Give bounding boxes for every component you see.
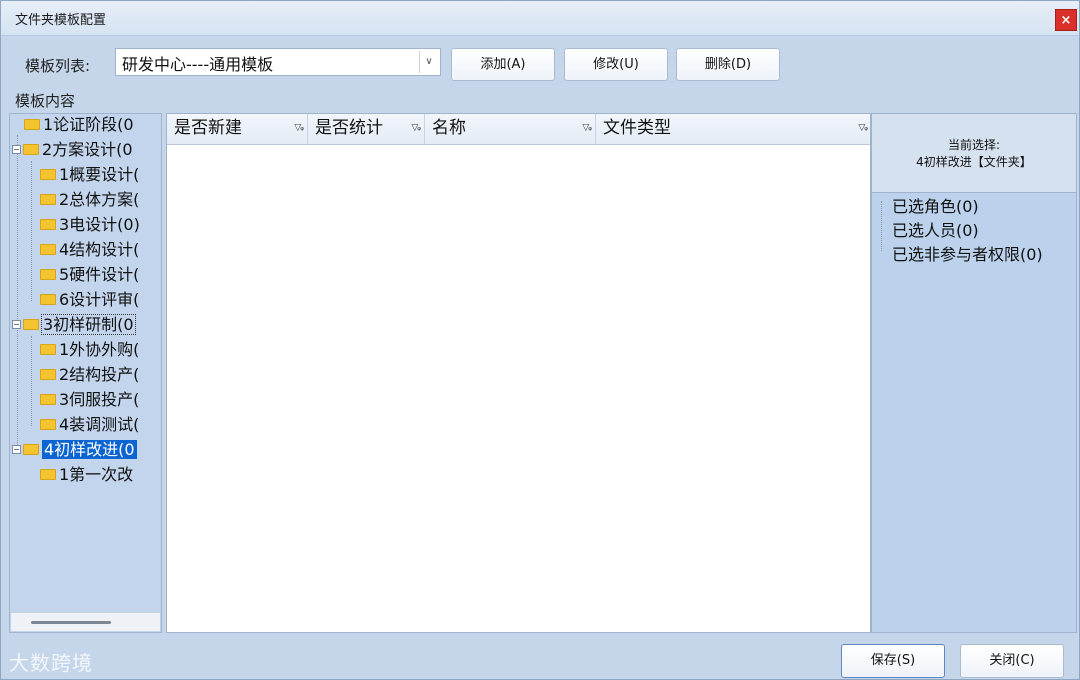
tree-item[interactable]: −2方案设计(0: [12, 139, 133, 161]
folder-icon: [40, 369, 56, 380]
delete-button[interactable]: 删除(D): [676, 48, 780, 81]
folder-icon: [24, 119, 40, 130]
tree-item[interactable]: 4装调测试(: [40, 414, 139, 436]
selected-roles-item[interactable]: 已选角色(0): [892, 193, 979, 217]
tree-item[interactable]: 1论证阶段(0: [24, 114, 134, 136]
tree-line: [31, 161, 32, 301]
tree-item[interactable]: 6设计评审(: [40, 289, 139, 311]
current-selection-value: 4初样改进【文件夹】: [916, 155, 1032, 169]
tree-item[interactable]: 3伺服投产(: [40, 389, 139, 411]
tree-line: [881, 201, 882, 251]
folder-icon: [40, 169, 56, 180]
folder-icon: [40, 244, 56, 255]
filter-icon[interactable]: ▽ᵩ: [411, 114, 421, 142]
current-selection-title: 当前选择:: [947, 138, 1001, 152]
template-tree[interactable]: 1论证阶段(0 −2方案设计(0 1概要设计( 2总体方案( 3电设计(0) 4…: [9, 113, 162, 633]
folder-icon: [40, 344, 56, 355]
scrollbar-thumb[interactable]: [31, 621, 111, 624]
watermark-logo: 大数跨境: [9, 651, 93, 675]
column-header[interactable]: 名称 ▽ᵩ: [425, 114, 596, 144]
filter-icon[interactable]: ▽ᵩ: [582, 114, 592, 142]
tree-item[interactable]: −3初样研制(0: [12, 314, 136, 336]
folder-icon: [40, 294, 56, 305]
folder-icon: [40, 419, 56, 430]
tree-item[interactable]: 3电设计(0): [40, 214, 140, 236]
chevron-down-icon[interactable]: ∨: [419, 51, 438, 73]
template-list-label: 模板列表:: [25, 57, 91, 75]
filter-icon[interactable]: ▽ᵩ: [294, 114, 304, 142]
save-button[interactable]: 保存(S): [841, 644, 945, 678]
folder-icon: [40, 394, 56, 405]
tree-item[interactable]: 5硬件设计(: [40, 264, 139, 286]
tree-item[interactable]: 1第一次改: [40, 464, 133, 486]
grid-header: 是否新建 ▽ᵩ 是否统计 ▽ᵩ 名称 ▽ᵩ 文件类型 ▽ᵩ: [167, 114, 870, 145]
template-content-label: 模板内容: [15, 92, 76, 110]
current-selection-box: 当前选择: 4初样改进【文件夹】: [871, 113, 1077, 193]
column-header[interactable]: 是否统计 ▽ᵩ: [308, 114, 425, 144]
folder-icon: [40, 194, 56, 205]
folder-icon: [23, 444, 39, 455]
tree-line: [17, 135, 18, 445]
close-window-button[interactable]: ×: [1055, 9, 1077, 31]
tree-item[interactable]: 2结构投产(: [40, 364, 139, 386]
folder-icon: [23, 319, 39, 330]
filter-icon[interactable]: ▽ᵩ: [858, 114, 868, 142]
folder-icon: [40, 219, 56, 230]
tree-item[interactable]: 1外协外购(: [40, 339, 139, 361]
template-select[interactable]: 研发中心----通用模板 ∨: [115, 48, 441, 76]
add-button[interactable]: 添加(A): [451, 48, 555, 81]
folder-template-config-window: 文件夹模板配置 × 模板列表: 研发中心----通用模板 ∨ 添加(A) 修改(…: [0, 0, 1080, 680]
tree-line: [31, 336, 32, 426]
close-button[interactable]: 关闭(C): [960, 644, 1064, 678]
tree-item-selected[interactable]: −4初样改进(0: [12, 439, 137, 461]
collapse-icon[interactable]: −: [12, 445, 21, 454]
edit-button[interactable]: 修改(U): [564, 48, 668, 81]
column-header[interactable]: 文件类型 ▽ᵩ: [596, 114, 871, 144]
window-title: 文件夹模板配置: [15, 13, 107, 28]
tree-item[interactable]: 1概要设计(: [40, 164, 139, 186]
selected-users-item[interactable]: 已选人员(0): [892, 217, 979, 241]
tree-item[interactable]: 2总体方案(: [40, 189, 139, 211]
tree-horizontal-scrollbar[interactable]: [11, 612, 160, 631]
title-bar: 文件夹模板配置 ×: [1, 1, 1079, 36]
folder-icon: [23, 144, 39, 155]
tree-item[interactable]: 4结构设计(: [40, 239, 139, 261]
template-select-value: 研发中心----通用模板: [122, 55, 274, 74]
folder-icon: [40, 469, 56, 480]
column-header[interactable]: 是否新建 ▽ᵩ: [167, 114, 308, 144]
non-participant-rights-item[interactable]: 已选非参与者权限(0): [892, 241, 1043, 265]
collapse-icon[interactable]: −: [12, 145, 21, 154]
collapse-icon[interactable]: −: [12, 320, 21, 329]
file-grid[interactable]: 是否新建 ▽ᵩ 是否统计 ▽ᵩ 名称 ▽ᵩ 文件类型 ▽ᵩ: [166, 113, 871, 633]
permission-panel: 已选角色(0) 已选人员(0) 已选非参与者权限(0): [871, 193, 1077, 633]
folder-icon: [40, 269, 56, 280]
